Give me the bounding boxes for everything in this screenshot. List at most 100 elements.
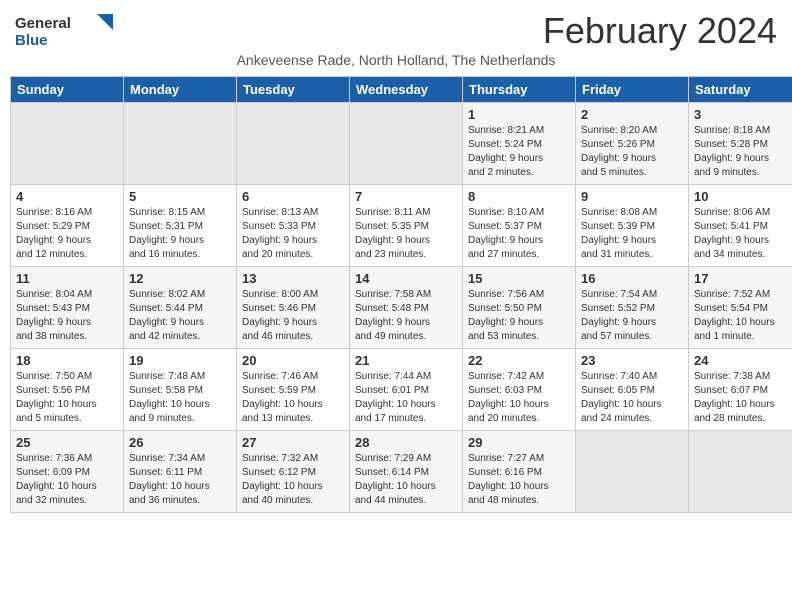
day-number: 6: [242, 189, 344, 204]
cell-info: Sunrise: 7:52 AM Sunset: 5:54 PM Dayligh…: [694, 288, 792, 344]
table-row: 23 Sunrise: 7:40 AM Sunset: 6:05 PM Dayli…: [576, 349, 689, 431]
logo: General Blue: [15, 10, 115, 50]
table-row: 27 Sunrise: 7:32 AM Sunset: 6:12 PM Dayli…: [237, 431, 350, 513]
calendar-week-row: 18 Sunrise: 7:50 AM Sunset: 5:56 PM Dayli…: [11, 349, 792, 431]
calendar-week-row: 25Sunrise: 7:36 AM Sunset: 6:09 PM Dayli…: [11, 431, 792, 513]
day-number: 26: [129, 435, 231, 450]
day-number: 2: [581, 107, 683, 122]
day-number: 22: [468, 353, 570, 368]
cell-info: Sunrise: 7:48 AM Sunset: 5:58 PM Dayligh…: [129, 370, 231, 426]
day-number: 7: [355, 189, 457, 204]
table-row: 5 Sunrise: 8:15 AM Sunset: 5:31 PM Daylig…: [124, 185, 237, 267]
cell-info: Sunrise: 7:32 AM Sunset: 6:12 PM Dayligh…: [242, 452, 344, 508]
svg-text:General: General: [15, 15, 71, 32]
table-row: 18 Sunrise: 7:50 AM Sunset: 5:56 PM Dayli…: [11, 349, 124, 431]
cell-info: Sunrise: 7:42 AM Sunset: 6:03 PM Dayligh…: [468, 370, 570, 426]
table-row: 4 Sunrise: 8:16 AM Sunset: 5:29 PM Daylig…: [11, 185, 124, 267]
col-tuesday: Tuesday: [237, 77, 350, 103]
table-row: [11, 103, 124, 185]
day-number: 5: [129, 189, 231, 204]
col-saturday: Saturday: [689, 77, 792, 103]
cell-info: Sunrise: 7:56 AM Sunset: 5:50 PM Dayligh…: [468, 288, 570, 344]
day-number: 13: [242, 271, 344, 286]
col-thursday: Thursday: [463, 77, 576, 103]
day-number: 1: [468, 107, 570, 122]
day-number: 10: [694, 189, 792, 204]
calendar-week-row: 11Sunrise: 8:04 AM Sunset: 5:43 PM Dayli…: [11, 267, 792, 349]
cell-info: Sunrise: 7:46 AM Sunset: 5:59 PM Dayligh…: [242, 370, 344, 426]
day-number: 19: [129, 353, 231, 368]
day-number: 4: [16, 189, 118, 204]
col-friday: Friday: [576, 77, 689, 103]
table-row: 19 Sunrise: 7:48 AM Sunset: 5:58 PM Dayli…: [124, 349, 237, 431]
cell-info: Sunrise: 8:06 AM Sunset: 5:41 PM Dayligh…: [694, 206, 792, 262]
table-row: 7 Sunrise: 8:11 AM Sunset: 5:35 PM Daylig…: [350, 185, 463, 267]
cell-info: Sunrise: 8:02 AM Sunset: 5:44 PM Dayligh…: [129, 288, 231, 344]
svg-text:Blue: Blue: [15, 32, 48, 49]
month-title: February 2024: [543, 10, 777, 52]
table-row: 20 Sunrise: 7:46 AM Sunset: 5:59 PM Dayli…: [237, 349, 350, 431]
day-number: 17: [694, 271, 792, 286]
day-number: 27: [242, 435, 344, 450]
day-number: 3: [694, 107, 792, 122]
cell-info: Sunrise: 8:21 AM Sunset: 5:24 PM Dayligh…: [468, 124, 570, 180]
day-number: 20: [242, 353, 344, 368]
table-row: [576, 431, 689, 513]
cell-info: Sunrise: 7:38 AM Sunset: 6:07 PM Dayligh…: [694, 370, 792, 426]
cell-info: Sunrise: 7:50 AM Sunset: 5:56 PM Dayligh…: [16, 370, 118, 426]
table-row: 11Sunrise: 8:04 AM Sunset: 5:43 PM Dayli…: [11, 267, 124, 349]
cell-info: Sunrise: 8:15 AM Sunset: 5:31 PM Dayligh…: [129, 206, 231, 262]
cell-info: Sunrise: 8:13 AM Sunset: 5:33 PM Dayligh…: [242, 206, 344, 262]
cell-info: Sunrise: 7:36 AM Sunset: 6:09 PM Dayligh…: [16, 452, 118, 508]
cell-info: Sunrise: 7:44 AM Sunset: 6:01 PM Dayligh…: [355, 370, 457, 426]
calendar-table: Sunday Monday Tuesday Wednesday Thursday…: [10, 76, 792, 513]
table-row: 10 Sunrise: 8:06 AM Sunset: 5:41 PM Dayli…: [689, 185, 792, 267]
table-row: 6 Sunrise: 8:13 AM Sunset: 5:33 PM Daylig…: [237, 185, 350, 267]
cell-info: Sunrise: 8:00 AM Sunset: 5:46 PM Dayligh…: [242, 288, 344, 344]
table-row: 26 Sunrise: 7:34 AM Sunset: 6:11 PM Dayli…: [124, 431, 237, 513]
cell-info: Sunrise: 7:29 AM Sunset: 6:14 PM Dayligh…: [355, 452, 457, 508]
table-row: 16 Sunrise: 7:54 AM Sunset: 5:52 PM Dayli…: [576, 267, 689, 349]
cell-info: Sunrise: 7:34 AM Sunset: 6:11 PM Dayligh…: [129, 452, 231, 508]
location: Ankeveense Rade, North Holland, The Neth…: [0, 52, 792, 68]
cell-info: Sunrise: 8:11 AM Sunset: 5:35 PM Dayligh…: [355, 206, 457, 262]
table-row: 15 Sunrise: 7:56 AM Sunset: 5:50 PM Dayli…: [463, 267, 576, 349]
day-number: 29: [468, 435, 570, 450]
logo-icon: General Blue: [15, 10, 115, 50]
day-number: 18: [16, 353, 118, 368]
day-number: 15: [468, 271, 570, 286]
header: General Blue February 2024: [0, 0, 792, 52]
cell-info: Sunrise: 8:08 AM Sunset: 5:39 PM Dayligh…: [581, 206, 683, 262]
cell-info: Sunrise: 7:54 AM Sunset: 5:52 PM Dayligh…: [581, 288, 683, 344]
table-row: [689, 431, 792, 513]
title-section: February 2024: [543, 10, 777, 52]
col-wednesday: Wednesday: [350, 77, 463, 103]
cell-info: Sunrise: 7:27 AM Sunset: 6:16 PM Dayligh…: [468, 452, 570, 508]
calendar-week-row: 4 Sunrise: 8:16 AM Sunset: 5:29 PM Daylig…: [11, 185, 792, 267]
table-row: 3 Sunrise: 8:18 AM Sunset: 5:28 PM Daylig…: [689, 103, 792, 185]
cell-info: Sunrise: 8:10 AM Sunset: 5:37 PM Dayligh…: [468, 206, 570, 262]
table-row: 14Sunrise: 7:58 AM Sunset: 5:48 PM Dayli…: [350, 267, 463, 349]
cell-info: Sunrise: 8:18 AM Sunset: 5:28 PM Dayligh…: [694, 124, 792, 180]
table-row: [350, 103, 463, 185]
cell-info: Sunrise: 7:40 AM Sunset: 6:05 PM Dayligh…: [581, 370, 683, 426]
day-number: 14: [355, 271, 457, 286]
cell-info: Sunrise: 8:16 AM Sunset: 5:29 PM Dayligh…: [16, 206, 118, 262]
day-number: 16: [581, 271, 683, 286]
cell-info: Sunrise: 8:04 AM Sunset: 5:43 PM Dayligh…: [16, 288, 118, 344]
day-number: 24: [694, 353, 792, 368]
calendar-header-row: Sunday Monday Tuesday Wednesday Thursday…: [11, 77, 792, 103]
table-row: 24 Sunrise: 7:38 AM Sunset: 6:07 PM Dayli…: [689, 349, 792, 431]
col-monday: Monday: [124, 77, 237, 103]
table-row: [124, 103, 237, 185]
day-number: 28: [355, 435, 457, 450]
table-row: 21Sunrise: 7:44 AM Sunset: 6:01 PM Dayli…: [350, 349, 463, 431]
table-row: [237, 103, 350, 185]
table-row: 1 Sunrise: 8:21 AM Sunset: 5:24 PM Daylig…: [463, 103, 576, 185]
day-number: 23: [581, 353, 683, 368]
table-row: 9Sunrise: 8:08 AM Sunset: 5:39 PM Daylig…: [576, 185, 689, 267]
table-row: 8Sunrise: 8:10 AM Sunset: 5:37 PM Daylig…: [463, 185, 576, 267]
table-row: 12Sunrise: 8:02 AM Sunset: 5:44 PM Dayli…: [124, 267, 237, 349]
table-row: 25Sunrise: 7:36 AM Sunset: 6:09 PM Dayli…: [11, 431, 124, 513]
table-row: 22 Sunrise: 7:42 AM Sunset: 6:03 PM Dayli…: [463, 349, 576, 431]
